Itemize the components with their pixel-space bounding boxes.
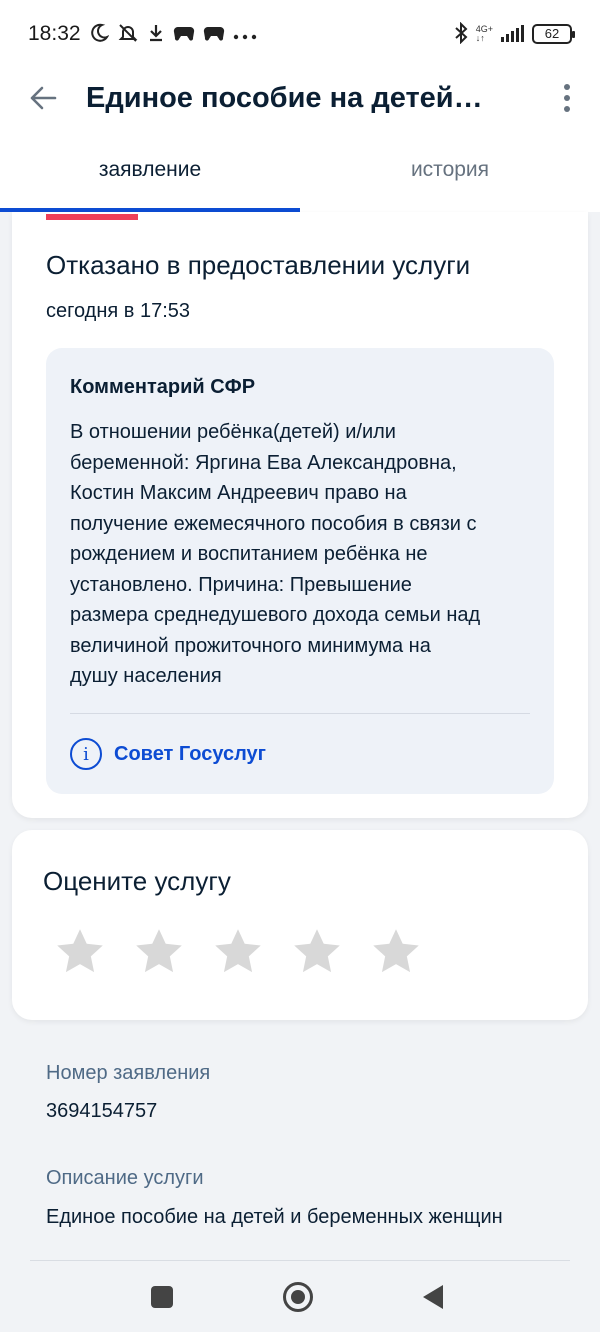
more-menu-button[interactable] [534,68,600,128]
star-icon[interactable] [133,926,185,978]
status-time: сегодня в 17:53 [46,300,190,322]
comment-title: Комментарий СФР [70,376,256,398]
moon-icon [89,23,110,46]
clock: 18:32 [28,22,81,45]
advice-label: Совет Госуслуг [114,742,266,765]
divider [30,1260,570,1261]
comment-line: получение ежемесячного пособия в связи с [70,512,477,535]
comment-line: величиной прожиточного минимума на [70,634,431,657]
system-nav-bar [0,1262,600,1332]
app-bar: Единое пособие на детей… [0,68,600,128]
divider [70,713,530,714]
comment-line: В отношении ребёнка(детей) и/или [70,421,396,443]
download-icon [147,23,165,46]
battery-icon: 62 [532,24,575,44]
page-title: Единое пособие на детей… [86,81,483,114]
comment-line: Костин Максим Андреевич право на [70,482,407,504]
network-type: 4G+ ↓↑ [475,24,493,43]
comment-line: душу населения [70,665,222,687]
signal-icon [501,25,524,42]
more-dots-icon [233,25,257,43]
star-icon[interactable] [291,926,343,978]
application-number-label: Номер заявления [46,1062,211,1084]
comment-line: рождением и воспитанием ребёнка не [70,543,428,565]
recent-apps-button[interactable] [151,1286,173,1308]
star-icon[interactable] [370,926,422,978]
bell-off-icon [117,22,139,47]
status-title: Отказано в предоставлении услуги [46,250,471,280]
status-indicator [46,214,138,220]
comment-box: Комментарий СФР В отношении ребёнка(дете… [46,348,554,794]
rating-card: Оцените услугу [12,830,588,1020]
service-description-value: Единое пособие на детей и беременных жен… [46,1206,503,1228]
comment-line: установлено. Причина: Превышение [70,573,412,596]
arrow-left-icon [30,86,57,110]
gamepad-icon [173,25,195,44]
tab-application[interactable]: заявление [0,128,300,212]
home-button[interactable] [283,1282,313,1312]
star-icon[interactable] [212,926,264,978]
tab-bar: заявление история [0,128,600,212]
star-rating [54,926,422,978]
application-number-value: 3694154757 [46,1100,158,1122]
comment-line: беременной: Яргина Ева Александровна, [70,451,457,474]
comment-line: размера среднедушевого дохода семьи над [70,604,481,626]
status-card: Отказано в предоставлении услуги сегодня… [12,212,588,818]
system-back-button[interactable] [423,1285,443,1309]
more-vertical-icon [564,84,570,90]
status-bar: 18:32 4G+ ↓↑ 62 [0,0,600,68]
advice-link[interactable]: i Совет Госуслуг [70,738,266,770]
star-icon[interactable] [54,926,106,978]
gamepad-icon [203,25,225,44]
service-description-label: Описание услуги [46,1167,204,1189]
info-icon: i [70,738,102,770]
bluetooth-icon [454,21,468,47]
comment-text: В отношении ребёнка(детей) и/или беремен… [70,417,530,692]
back-button[interactable] [0,68,86,128]
tab-history[interactable]: история [300,128,600,212]
rating-title: Оцените услугу [43,866,231,896]
